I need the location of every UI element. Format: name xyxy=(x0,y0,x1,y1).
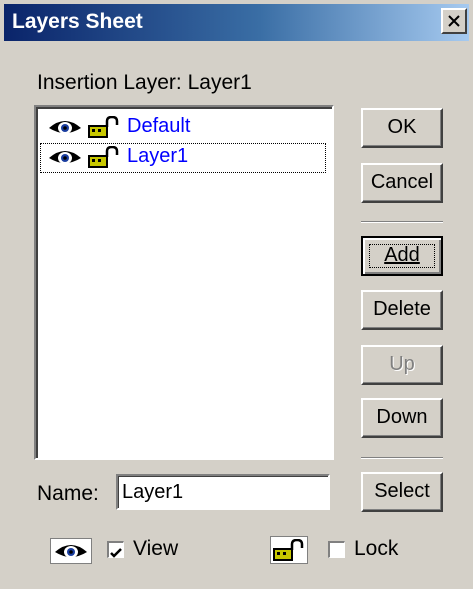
insertion-layer-value: Layer1 xyxy=(187,71,252,94)
insertion-layer-text: Insertion Layer: Layer1 xyxy=(37,71,252,95)
down-button-label: Down xyxy=(376,406,428,428)
lock-icon xyxy=(273,539,304,561)
view-icon-box xyxy=(50,538,92,564)
view-checkbox[interactable] xyxy=(107,541,124,558)
cancel-button[interactable]: Cancel xyxy=(361,163,443,203)
separator xyxy=(361,457,443,459)
up-button[interactable]: Up xyxy=(361,345,443,385)
lock-icon-box xyxy=(270,536,308,564)
cancel-button-label: Cancel xyxy=(370,171,434,193)
checkmark-icon xyxy=(110,548,122,558)
delete-button-label: Delete xyxy=(373,298,431,320)
delete-button[interactable]: Delete xyxy=(361,290,443,330)
view-checkbox-label[interactable]: View xyxy=(133,537,178,561)
layers-list[interactable]: Default Layer1 xyxy=(34,105,334,460)
ok-button-label: OK xyxy=(387,116,417,138)
eye-icon[interactable] xyxy=(48,148,82,166)
layers-sheet-dialog: Layers Sheet Insertion Layer: Layer1 Def… xyxy=(0,0,473,589)
select-button[interactable]: Select xyxy=(361,472,443,512)
layer-row-layer1[interactable]: Layer1 xyxy=(40,143,326,173)
focus-ring xyxy=(369,244,435,268)
close-icon xyxy=(448,15,460,27)
select-button-label: Select xyxy=(374,480,430,502)
eye-icon[interactable] xyxy=(48,118,82,136)
window-title: Layers Sheet xyxy=(12,10,143,33)
layer-row-default[interactable]: Default xyxy=(40,113,326,143)
down-button[interactable]: Down xyxy=(361,398,443,438)
add-button[interactable]: Add xyxy=(361,236,443,276)
lock-checkbox-label[interactable]: Lock xyxy=(354,537,398,561)
layer-name: Layer1 xyxy=(127,145,189,167)
title-bar[interactable]: Layers Sheet xyxy=(4,4,469,41)
name-label: Name: xyxy=(37,482,99,505)
lock-checkbox[interactable] xyxy=(328,541,345,558)
lock-icon[interactable] xyxy=(88,116,120,138)
separator xyxy=(361,221,443,223)
layer-name: Default xyxy=(127,115,191,137)
close-button[interactable] xyxy=(441,8,467,34)
eye-icon xyxy=(55,545,87,558)
up-button-label: Up xyxy=(389,353,415,375)
lock-icon[interactable] xyxy=(88,146,120,168)
name-input[interactable] xyxy=(116,474,330,510)
insertion-layer-label: Insertion Layer: xyxy=(37,71,182,94)
ok-button[interactable]: OK xyxy=(361,108,443,148)
